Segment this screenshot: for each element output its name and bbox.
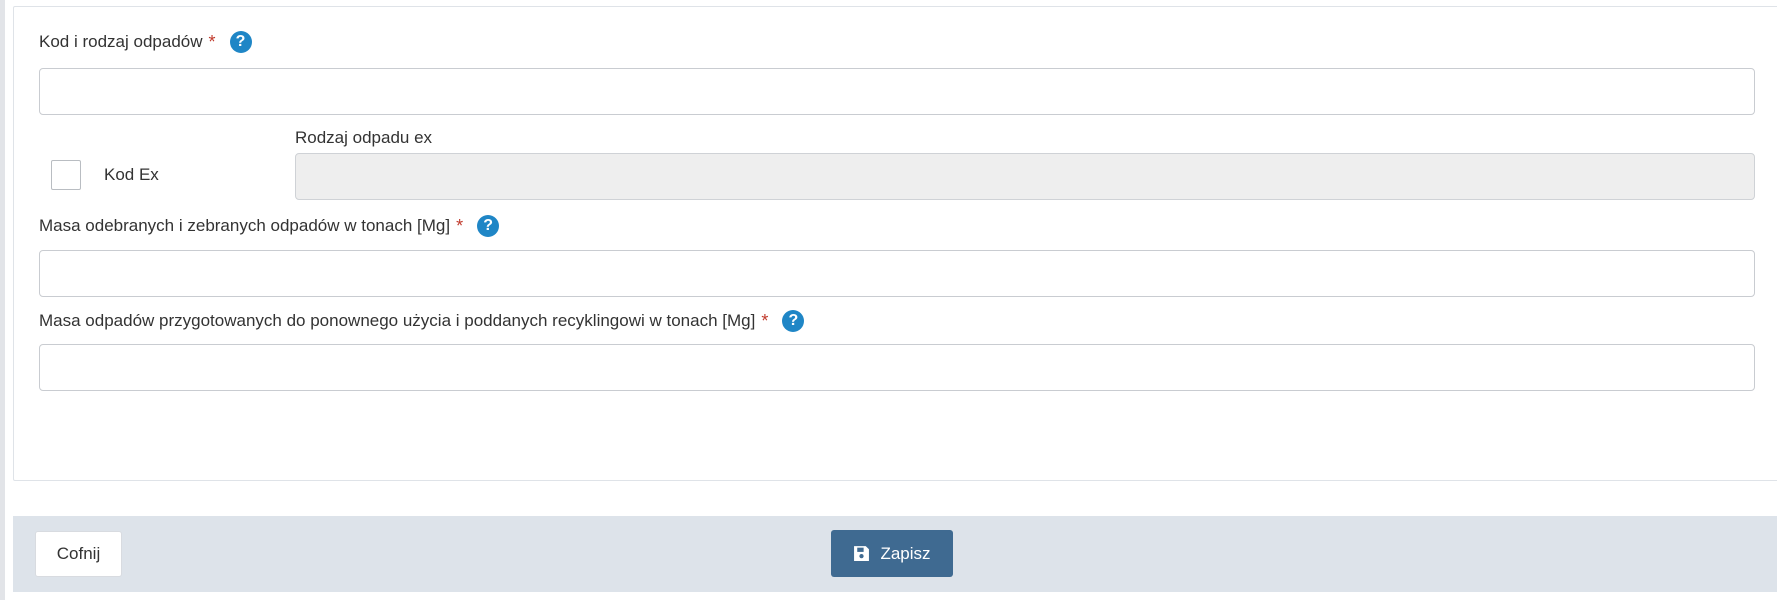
help-icon[interactable]: ? — [477, 215, 500, 237]
save-button[interactable]: Zapisz — [831, 530, 953, 577]
form-actions-bar: Cofnij Zapisz — [13, 516, 1777, 592]
mass-recycled-label-text: Masa odpadów przygotowanych do ponownego… — [39, 311, 756, 330]
waste-code-label-text: Kod i rodzaj odpadów — [39, 32, 203, 51]
waste-form-panel: Kod i rodzaj odpadów * ? Kod Ex Rodzaj o… — [13, 6, 1777, 481]
floppy-disk-icon — [854, 546, 870, 561]
mass-collected-label: Masa odebranych i zebranych odpadów w to… — [39, 215, 500, 237]
code-ex-checkbox[interactable] — [51, 160, 81, 190]
required-marker: * — [761, 310, 769, 331]
help-icon[interactable]: ? — [229, 31, 252, 53]
required-marker: * — [208, 31, 216, 52]
mass-collected-label-text: Masa odebranych i zebranych odpadów w to… — [39, 216, 451, 235]
left-edge-divider — [0, 0, 5, 600]
required-marker: * — [456, 215, 464, 236]
save-button-label: Zapisz — [880, 543, 931, 563]
back-button-label: Cofnij — [56, 544, 101, 563]
mass-recycled-label: Masa odpadów przygotowanych do ponownego… — [39, 310, 805, 332]
mass-collected-input[interactable] — [39, 250, 1755, 297]
back-button[interactable]: Cofnij — [35, 531, 122, 577]
waste-code-label: Kod i rodzaj odpadów * ? — [39, 31, 252, 53]
waste-code-input[interactable] — [39, 68, 1755, 115]
help-icon[interactable]: ? — [782, 310, 805, 332]
ex-type-label: Rodzaj odpadu ex — [295, 128, 433, 147]
mass-recycled-input[interactable] — [39, 344, 1755, 391]
ex-type-input — [295, 153, 1755, 200]
code-ex-label: Kod Ex — [104, 165, 159, 184]
